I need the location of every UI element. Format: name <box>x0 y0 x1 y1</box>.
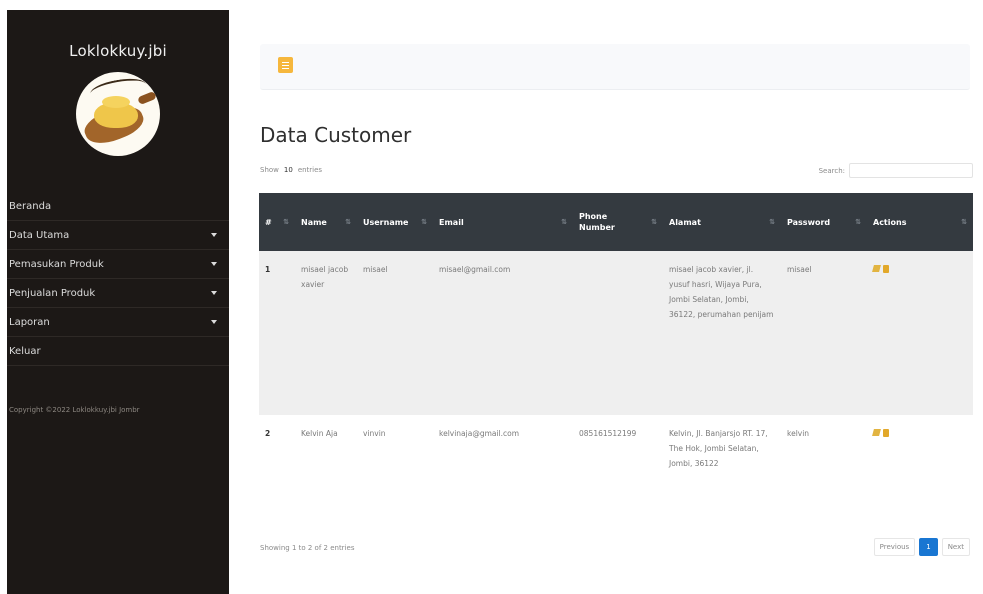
sidebar-item-beranda[interactable]: Beranda <box>7 192 229 221</box>
table-info: Showing 1 to 2 of 2 entries <box>260 544 355 552</box>
copyright-text: Copyright ©2022 Loklokkuy.jbi Jombr <box>9 406 140 414</box>
column-header-email[interactable]: Email ⇅ <box>433 193 573 251</box>
page-title: Data Customer <box>260 123 412 147</box>
table-row: 1 misael jacob xavier misael misael@gmai… <box>259 251 973 415</box>
sidebar-item-laporan[interactable]: Laporan <box>7 308 229 337</box>
cell-alamat: misael jacob xavier, jl. yusuf hasri, Wi… <box>663 251 781 415</box>
cell-email: misael@gmail.com <box>433 251 573 415</box>
customer-table: # ⇅ Name ⇅ Username ⇅ Email ⇅ Phone Number ⇅ … <box>259 193 973 515</box>
cell-username: misael <box>357 251 433 415</box>
caret-down-icon <box>211 291 217 295</box>
cell-actions <box>867 251 973 415</box>
length-control: Show 10 entries <box>260 166 322 174</box>
column-header-actions[interactable]: Actions ⇅ <box>867 193 973 251</box>
column-header-alamat[interactable]: Alamat ⇅ <box>663 193 781 251</box>
sidebar-item-keluar[interactable]: Keluar <box>7 337 229 366</box>
app-frame: Loklokkuy.jbi Beranda Data Utama Pemasuk… <box>0 0 983 594</box>
column-header-phone[interactable]: Phone Number ⇅ <box>573 193 663 251</box>
next-button[interactable]: Next <box>941 538 970 556</box>
delete-icon[interactable] <box>883 265 889 273</box>
cell-phone <box>573 251 663 415</box>
sidebar: Loklokkuy.jbi Beranda Data Utama Pemasuk… <box>7 10 229 594</box>
sidebar-item-label: Penjualan Produk <box>9 287 96 299</box>
search-control: Search: <box>819 163 973 178</box>
table-row: 2 Kelvin Aja vinvin kelvinaja@gmail.com … <box>259 415 973 515</box>
sidebar-item-pemasukan-produk[interactable]: Pemasukan Produk <box>7 250 229 279</box>
edit-icon[interactable] <box>872 265 881 272</box>
show-label: Show <box>260 166 279 174</box>
column-header-username[interactable]: Username ⇅ <box>357 193 433 251</box>
sort-icon: ⇅ <box>283 218 289 226</box>
caret-down-icon <box>211 233 217 237</box>
caret-down-icon <box>211 320 217 324</box>
sidebar-toggle-button[interactable] <box>278 57 293 73</box>
cell-actions <box>867 415 973 515</box>
search-label: Search: <box>818 166 845 175</box>
sidebar-item-data-utama[interactable]: Data Utama <box>7 221 229 250</box>
sort-icon: ⇅ <box>345 218 351 226</box>
cell-password: misael <box>781 251 867 415</box>
sidebar-item-penjualan-produk[interactable]: Penjualan Produk <box>7 279 229 308</box>
sidebar-item-label: Laporan <box>9 316 50 328</box>
sidebar-item-label: Beranda <box>9 200 52 212</box>
sort-icon: ⇅ <box>561 218 567 226</box>
sort-icon: ⇅ <box>855 218 861 226</box>
search-input[interactable] <box>849 163 973 178</box>
cell-username: vinvin <box>357 415 433 515</box>
hamburger-icon <box>282 61 289 63</box>
caret-down-icon <box>211 262 217 266</box>
column-header-name[interactable]: Name ⇅ <box>295 193 357 251</box>
brand-name: Loklokkuy.jbi <box>69 42 167 60</box>
cell-email: kelvinaja@gmail.com <box>433 415 573 515</box>
edit-icon[interactable] <box>872 429 881 436</box>
column-header-password[interactable]: Password ⇅ <box>781 193 867 251</box>
sort-icon: ⇅ <box>651 218 657 226</box>
entries-label: entries <box>297 166 323 174</box>
sort-icon: ⇅ <box>421 218 427 226</box>
sort-icon: ⇅ <box>769 218 775 226</box>
cell-number: 2 <box>259 415 295 515</box>
column-header-number[interactable]: # ⇅ <box>259 193 295 251</box>
cell-name: misael jacob xavier <box>295 251 357 415</box>
sidebar-menu: Beranda Data Utama Pemasukan Produk Penj… <box>7 192 229 366</box>
cell-alamat: Kelvin, Jl. Banjarsjo RT. 17, The Hok, J… <box>663 415 781 515</box>
delete-icon[interactable] <box>883 429 889 437</box>
top-navbar <box>260 44 970 90</box>
page-1-button[interactable]: 1 <box>919 538 938 556</box>
pagination: Previous 1 Next <box>873 538 970 556</box>
cell-number: 1 <box>259 251 295 415</box>
sort-icon: ⇅ <box>961 218 967 226</box>
cell-password: kelvin <box>781 415 867 515</box>
sidebar-item-label: Data Utama <box>9 229 70 241</box>
previous-button[interactable]: Previous <box>873 538 916 556</box>
cell-phone: 085161512199 <box>573 415 663 515</box>
entries-length-select[interactable]: 10 <box>282 166 295 174</box>
cell-name: Kelvin Aja <box>295 415 357 515</box>
sidebar-item-label: Pemasukan Produk <box>9 258 104 270</box>
sidebar-item-label: Keluar <box>9 345 41 357</box>
table-header-row: # ⇅ Name ⇅ Username ⇅ Email ⇅ Phone Number ⇅ … <box>259 193 973 251</box>
brand-logo <box>76 72 160 156</box>
